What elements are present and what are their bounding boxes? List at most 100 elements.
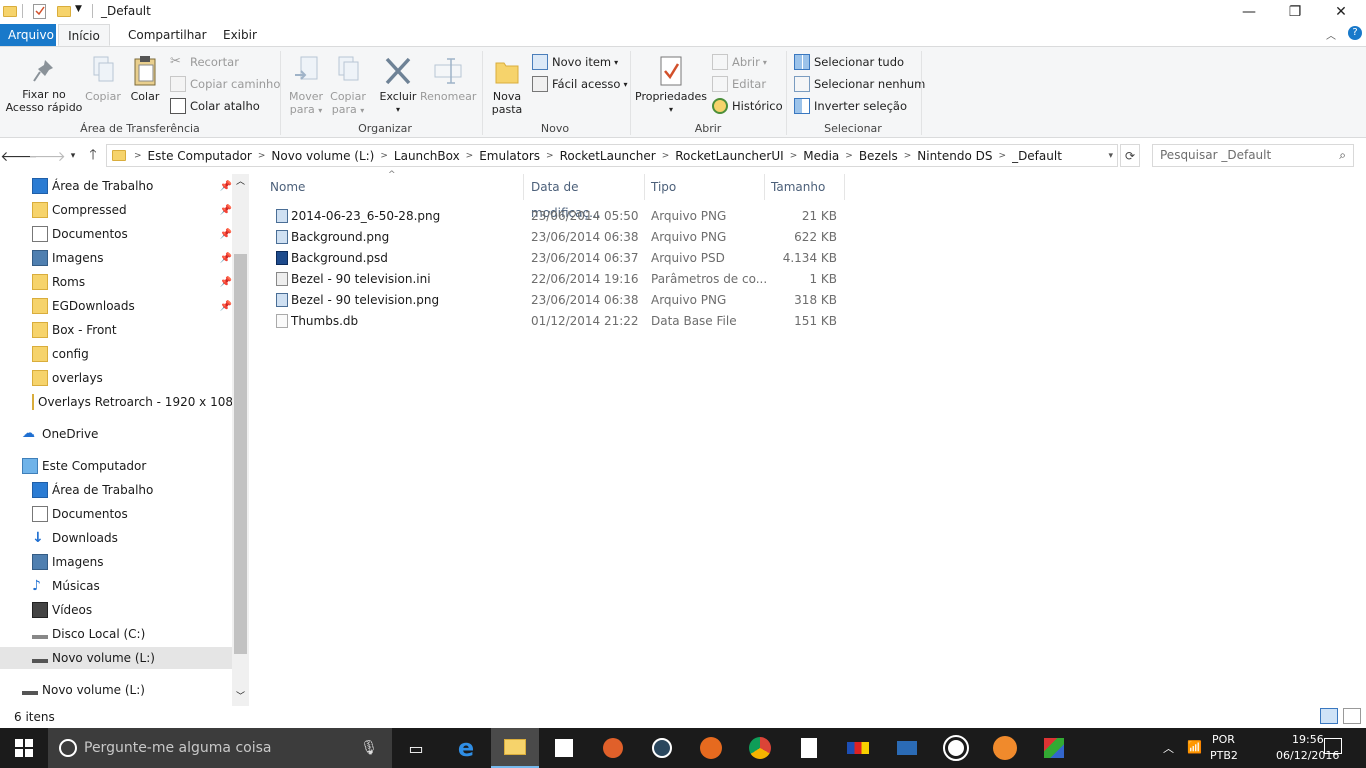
new-folder-quick-icon[interactable] [57, 6, 71, 17]
nav-item-pc[interactable]: Documentos [32, 503, 232, 525]
breadcrumb-item[interactable]: Novo volume (L:) [267, 149, 378, 163]
nav-item-quick[interactable]: Overlays Retroarch - 1920 x 1080 [32, 391, 241, 413]
scroll-up-icon[interactable]: ︿ [232, 174, 249, 191]
select-all-button[interactable]: Selecionar tudo [794, 52, 904, 72]
microphone-icon[interactable]: 🎙 [360, 740, 378, 756]
up-button[interactable]: 🡑 [82, 146, 104, 166]
nav-item-quick[interactable]: config [32, 343, 232, 365]
file-row[interactable]: 2014-06-23_6-50-28.png 23/06/2014 05:50 … [270, 205, 850, 226]
edit-button[interactable]: Editar [712, 74, 766, 94]
close-button[interactable]: ✕ [1318, 0, 1364, 24]
breadcrumb-item[interactable]: _Default [1008, 149, 1066, 163]
chevron-right-icon[interactable]: > [843, 151, 855, 161]
breadcrumb-item[interactable]: LaunchBox [390, 149, 464, 163]
recent-locations-button[interactable]: ▾ [62, 146, 84, 166]
nav-item-pc[interactable]: Imagens [32, 551, 232, 573]
chevron-right-icon[interactable]: > [544, 151, 556, 161]
column-header-size[interactable]: Tamanho [765, 174, 845, 200]
paste-button[interactable]: Colar [126, 55, 164, 103]
invert-selection-button[interactable]: Inverter seleção [794, 96, 907, 116]
breadcrumb-item[interactable]: Nintendo DS [913, 149, 996, 163]
select-none-button[interactable]: Selecionar nenhum [794, 74, 925, 94]
launchbox-icon[interactable] [1030, 728, 1078, 768]
properties-quick-icon[interactable] [33, 4, 46, 19]
file-row[interactable]: Bezel - 90 television.png 23/06/2014 06:… [270, 289, 850, 310]
nav-item-quick[interactable]: Documentos 📌 [32, 223, 232, 245]
file-row[interactable]: Background.psd 23/06/2014 06:37 Arquivo … [270, 247, 850, 268]
task-view-icon[interactable]: ▭ [392, 728, 440, 768]
nav-item-this-pc[interactable]: Este Computador [22, 455, 232, 477]
copy-button[interactable]: Copiar [84, 55, 122, 103]
rename-button[interactable]: Renomear [420, 55, 476, 103]
calculator-icon[interactable] [785, 728, 833, 768]
breadcrumb-item[interactable]: Emulators [475, 149, 544, 163]
nav-item-quick[interactable]: EGDownloads 📌 [32, 295, 232, 317]
file-row[interactable]: Thumbs.db 01/12/2014 21:22 Data Base Fil… [270, 310, 850, 331]
pin-quick-access-button[interactable]: Fixar no Acesso rápido [4, 57, 84, 114]
delete-button[interactable]: Excluir ▾ [377, 55, 419, 116]
edge-icon[interactable]: e [442, 728, 490, 768]
properties-dropdown-icon[interactable]: ▾ [634, 103, 708, 116]
file-row[interactable]: Background.png 23/06/2014 06:38 Arquivo … [270, 226, 850, 247]
properties-button[interactable]: Propriedades ▾ [634, 55, 708, 116]
keyboard-layout[interactable]: PTB2 [1210, 749, 1238, 762]
move-to-button[interactable]: Mover para ▾ [285, 55, 327, 117]
paste-shortcut-button[interactable]: Colar atalho [170, 96, 260, 116]
column-header-type[interactable]: Tipo [645, 174, 765, 200]
scroll-down-icon[interactable]: ﹀ [232, 689, 249, 706]
network-icon[interactable]: 📶 [1187, 740, 1202, 754]
language-code[interactable]: POR [1212, 733, 1235, 746]
app-icon[interactable] [834, 728, 882, 768]
chevron-right-icon[interactable]: > [132, 151, 144, 161]
easy-access-button[interactable]: Fácil acesso ▾ [532, 74, 627, 94]
window-app-icon[interactable] [883, 728, 931, 768]
nav-item-pc[interactable]: ↓ Downloads [32, 527, 232, 549]
tab-view[interactable]: Exibir [215, 24, 265, 46]
address-history-dropdown-icon[interactable]: ▾ [1108, 151, 1113, 161]
start-button[interactable] [0, 728, 48, 768]
chevron-right-icon[interactable]: > [902, 151, 914, 161]
forward-button[interactable]: 🡒 [28, 146, 66, 166]
nav-scrollbar[interactable]: ︿ ﹀ [232, 174, 249, 706]
breadcrumb-item[interactable]: RocketLauncherUI [671, 149, 787, 163]
file-explorer-icon[interactable] [491, 728, 539, 768]
help-icon[interactable]: ? [1348, 26, 1362, 40]
refresh-button[interactable]: ⟳ [1120, 144, 1140, 167]
nav-item-quick[interactable]: Roms 📌 [32, 271, 232, 293]
nav-item-quick[interactable]: Área de Trabalho 📌 [32, 175, 232, 197]
breadcrumb-item[interactable]: RocketLauncher [556, 149, 660, 163]
back-button[interactable]: 🡐 [0, 146, 38, 166]
file-row[interactable]: Bezel - 90 television.ini 22/06/2014 19:… [270, 268, 850, 289]
collapse-ribbon-icon[interactable]: ︿ [1326, 27, 1336, 42]
firefox-icon[interactable] [687, 728, 735, 768]
clock-time[interactable]: 19:56 [1292, 733, 1324, 746]
cortana-search-box[interactable]: Pergunte-me alguma coisa 🎙 [48, 728, 392, 768]
nav-item-quick[interactable]: Box - Front [32, 319, 232, 341]
copy-path-button[interactable]: Copiar caminho [170, 74, 280, 94]
nav-item-quick[interactable]: Imagens 📌 [32, 247, 232, 269]
steam-icon[interactable] [638, 728, 686, 768]
minimize-button[interactable]: — [1226, 0, 1272, 24]
cut-button[interactable]: ✂ Recortar [170, 52, 239, 72]
delete-dropdown-icon[interactable]: ▾ [377, 103, 419, 116]
restore-button[interactable]: ❐ [1272, 0, 1318, 24]
details-view-icon[interactable] [1320, 708, 1338, 724]
chevron-right-icon[interactable]: > [378, 151, 390, 161]
search-icon[interactable]: ⌕ [1339, 145, 1346, 166]
tab-file[interactable]: Arquivo [0, 24, 56, 46]
column-header-name[interactable]: Nome [264, 174, 524, 200]
action-center-icon[interactable] [1324, 738, 1342, 754]
nav-item-quick[interactable]: overlays [32, 367, 232, 389]
show-hidden-icons-icon[interactable]: ︿ [1163, 740, 1174, 756]
search-input[interactable]: Pesquisar _Default ⌕ [1152, 144, 1354, 167]
media-app-icon[interactable] [589, 728, 637, 768]
nav-item-drive[interactable]: Novo volume (L:) [22, 679, 232, 701]
open-button[interactable]: Abrir ▾ [712, 52, 767, 72]
breadcrumb-item[interactable]: Este Computador [144, 149, 256, 163]
history-button[interactable]: Histórico [712, 96, 783, 116]
nav-item-pc-selected[interactable]: Novo volume (L:) [0, 647, 232, 669]
chrome-icon[interactable] [736, 728, 784, 768]
large-icons-view-icon[interactable] [1343, 708, 1361, 724]
tab-share[interactable]: Compartilhar [120, 24, 215, 46]
customize-quick-access-icon[interactable]: ▼ [75, 4, 82, 14]
